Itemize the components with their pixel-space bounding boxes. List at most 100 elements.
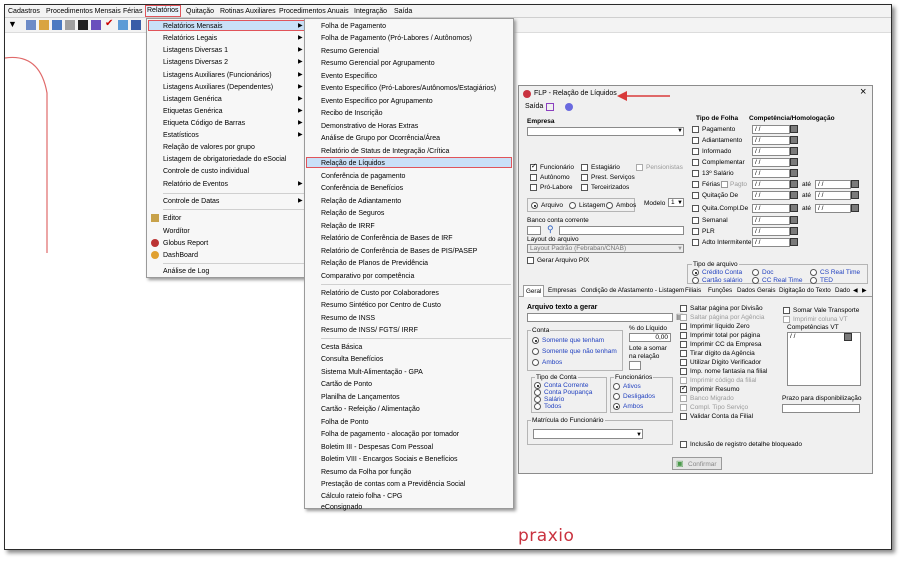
- monthly-item[interactable]: Resumo Gerencial: [321, 47, 379, 56]
- reports-item[interactable]: Globus Report: [163, 239, 208, 248]
- menu-procedimentos-anuais[interactable]: Procedimentos Anuais: [278, 6, 350, 17]
- reports-item[interactable]: Listagem de obrigatoriedade do eSocial: [163, 155, 286, 164]
- date-input[interactable]: / /: [752, 147, 790, 156]
- monthly-item[interactable]: Folha de pagamento - alocação por tomado…: [321, 430, 459, 439]
- arquivo-texto-input[interactable]: [527, 313, 673, 322]
- folha-adto-intermitente-checkbox[interactable]: [692, 239, 699, 246]
- save-icon[interactable]: [78, 20, 88, 30]
- vinculo-funcionario-checkbox[interactable]: ✓: [530, 163, 537, 171]
- lote-input[interactable]: [629, 361, 641, 370]
- monthly-item[interactable]: Resumo de INSS/ FGTS/ IRRF: [321, 326, 418, 335]
- banco-name-input[interactable]: [559, 226, 684, 235]
- folha-ferias-checkbox[interactable]: [692, 181, 699, 188]
- menu-saida[interactable]: Saída: [393, 6, 413, 17]
- monthly-item[interactable]: Relação de Seguros: [321, 209, 384, 218]
- date-input[interactable]: / /: [752, 238, 790, 247]
- vinculo-pro-labore-checkbox[interactable]: [530, 184, 537, 191]
- tipo-conta-corrente-radio[interactable]: [534, 382, 541, 389]
- tool-icon[interactable]: [26, 20, 36, 30]
- reports-item[interactable]: Controle de custo individual: [163, 167, 249, 176]
- monthly-item[interactable]: Evento Específico (Pró-Labores/Autônomos…: [321, 84, 496, 93]
- option-checkbox[interactable]: [680, 314, 687, 321]
- tipo-conta-salario-radio[interactable]: [534, 396, 541, 403]
- calendar-icon[interactable]: [790, 227, 798, 235]
- monthly-item[interactable]: Sistema Mult-Alimentação - GPA: [321, 368, 423, 377]
- layout-select[interactable]: Layout Padrão (Febraban/CNAB): [527, 244, 684, 253]
- calendar-icon[interactable]: [790, 147, 798, 155]
- option-checkbox[interactable]: [680, 377, 687, 384]
- check-icon[interactable]: ✔: [105, 18, 115, 29]
- monthly-item[interactable]: Conferência de Benefícios: [321, 184, 403, 193]
- tab-scroll-left-icon[interactable]: ◀: [853, 287, 858, 294]
- monthly-item[interactable]: Folha de Pagamento (Pró-Labores / Autôno…: [321, 34, 472, 43]
- folha-informado-checkbox[interactable]: [692, 148, 699, 155]
- calculator-icon[interactable]: [65, 20, 75, 30]
- date-input[interactable]: / /: [752, 191, 790, 200]
- monthly-item[interactable]: Demonstrativo de Horas Extras: [321, 122, 418, 131]
- calendar-icon[interactable]: [790, 136, 798, 144]
- prazo-input[interactable]: [782, 404, 860, 413]
- monthly-item[interactable]: Resumo da Folha por função: [321, 468, 411, 477]
- tipo-doc-radio[interactable]: [752, 269, 759, 276]
- menu-procedimentos-mensais[interactable]: Procedimentos Mensais: [45, 6, 122, 17]
- monthly-item[interactable]: Consulta Benefícios: [321, 355, 383, 364]
- date-input[interactable]: / /: [815, 191, 851, 200]
- menu-exit[interactable]: Saída: [525, 103, 543, 111]
- reports-item[interactable]: Listagens Diversas 1: [163, 46, 228, 55]
- conta-somente-tenham-radio[interactable]: [532, 337, 539, 344]
- monthly-item[interactable]: Resumo Gerencial por Agrupamento: [321, 59, 435, 68]
- monthly-item[interactable]: Folha de Ponto: [321, 418, 368, 427]
- tab-empresas[interactable]: Empresas: [548, 287, 576, 294]
- vinculo-prest-servicos-checkbox[interactable]: [581, 174, 588, 181]
- monitor-icon[interactable]: [131, 20, 141, 30]
- window-icon[interactable]: [118, 20, 128, 30]
- monthly-item[interactable]: Resumo Sintético por Centro de Custo: [321, 301, 441, 310]
- exit-icon[interactable]: [546, 103, 554, 111]
- tab-filiais[interactable]: Filiais: [685, 287, 701, 294]
- empresa-select[interactable]: [527, 127, 684, 136]
- reports-item[interactable]: Relatório de Eventos: [163, 180, 228, 189]
- tipo-ted-radio[interactable]: [810, 277, 817, 284]
- monthly-item-relacao-liquidos[interactable]: Relação de Líquidos: [321, 159, 385, 168]
- search-icon[interactable]: ⚲: [547, 225, 554, 234]
- reports-item[interactable]: Relatórios Legais: [163, 34, 217, 43]
- folha-plr-checkbox[interactable]: [692, 228, 699, 235]
- tab-dados-gerais[interactable]: Dados Gerais: [737, 287, 776, 294]
- folha-quitacao-checkbox[interactable]: [692, 192, 699, 199]
- option-checkbox[interactable]: [680, 368, 687, 375]
- tab-dado[interactable]: Dado: [835, 287, 850, 294]
- conta-somente-nao-tenham-radio[interactable]: [532, 348, 539, 355]
- chart-icon[interactable]: [91, 20, 101, 30]
- calendar-icon[interactable]: [790, 216, 798, 224]
- option-checkbox[interactable]: [680, 404, 687, 411]
- monthly-item[interactable]: Análise de Grupo por Ocorrência/Área: [321, 134, 440, 143]
- tab-scroll-right-icon[interactable]: ▶: [862, 287, 867, 294]
- tab-condicao-afastamento[interactable]: Condição de Afastamento - Listagem: [581, 287, 684, 294]
- option-checkbox[interactable]: [680, 332, 687, 339]
- monthly-item[interactable]: Cálculo rateio folha - CPG: [321, 492, 402, 501]
- pagto-checkbox[interactable]: [721, 181, 728, 188]
- tab-geral[interactable]: Geral: [523, 285, 545, 297]
- menu-integracao[interactable]: Integração: [353, 6, 388, 17]
- calendar-icon[interactable]: [851, 191, 859, 199]
- help-icon[interactable]: [565, 103, 573, 111]
- date-input[interactable]: / /: [752, 125, 790, 134]
- monthly-item[interactable]: Relatório de Status de Integração /Críti…: [321, 147, 449, 156]
- folha-semanal-checkbox[interactable]: [692, 217, 699, 224]
- menu-rotinas-auxiliares[interactable]: Rotinas Auxiliares: [219, 6, 277, 17]
- tipo-conta-poupanca-radio[interactable]: [534, 389, 541, 396]
- people-icon[interactable]: [39, 20, 49, 30]
- reports-item[interactable]: Relação de valores por grupo: [163, 143, 255, 152]
- vinculo-autonomo-checkbox[interactable]: [530, 174, 537, 181]
- calendar-icon[interactable]: [790, 204, 798, 212]
- reports-item[interactable]: Etiquetas Genérica: [163, 107, 223, 116]
- menu-cadastros[interactable]: Cadastros: [7, 6, 41, 17]
- calendar-icon[interactable]: [790, 238, 798, 246]
- date-input[interactable]: / /: [815, 180, 851, 189]
- monthly-item[interactable]: Relação de Adiantamento: [321, 197, 401, 206]
- option-checkbox[interactable]: [680, 395, 687, 402]
- banco-input[interactable]: [527, 226, 541, 235]
- date-input[interactable]: / /: [752, 169, 790, 178]
- destino-ambos-radio[interactable]: [606, 202, 613, 209]
- tab-digitacao-texto[interactable]: Digitação do Texto: [779, 287, 831, 294]
